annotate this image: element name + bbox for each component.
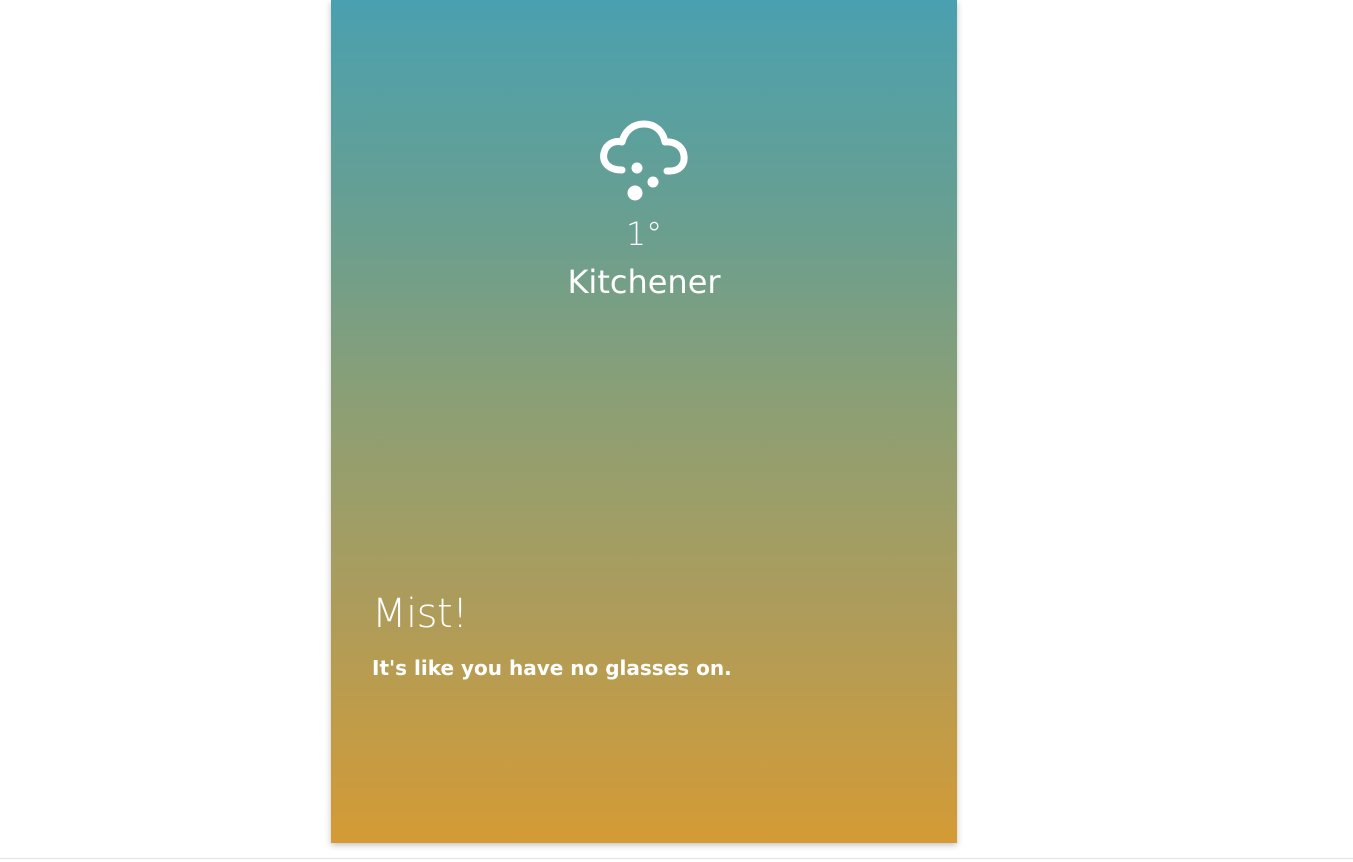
divider: [0, 858, 1353, 859]
cloud-hail-icon: [600, 120, 688, 201]
weather-description: It's like you have no glasses on.: [372, 656, 732, 680]
weather-card: 1° Kitchener Mist! It's like you have no…: [331, 0, 957, 843]
page: 1° Kitchener Mist! It's like you have no…: [0, 0, 1353, 862]
weather-condition: Mist!: [372, 591, 468, 637]
city-name: Kitchener: [567, 263, 721, 301]
temperature: 1°: [625, 215, 663, 253]
